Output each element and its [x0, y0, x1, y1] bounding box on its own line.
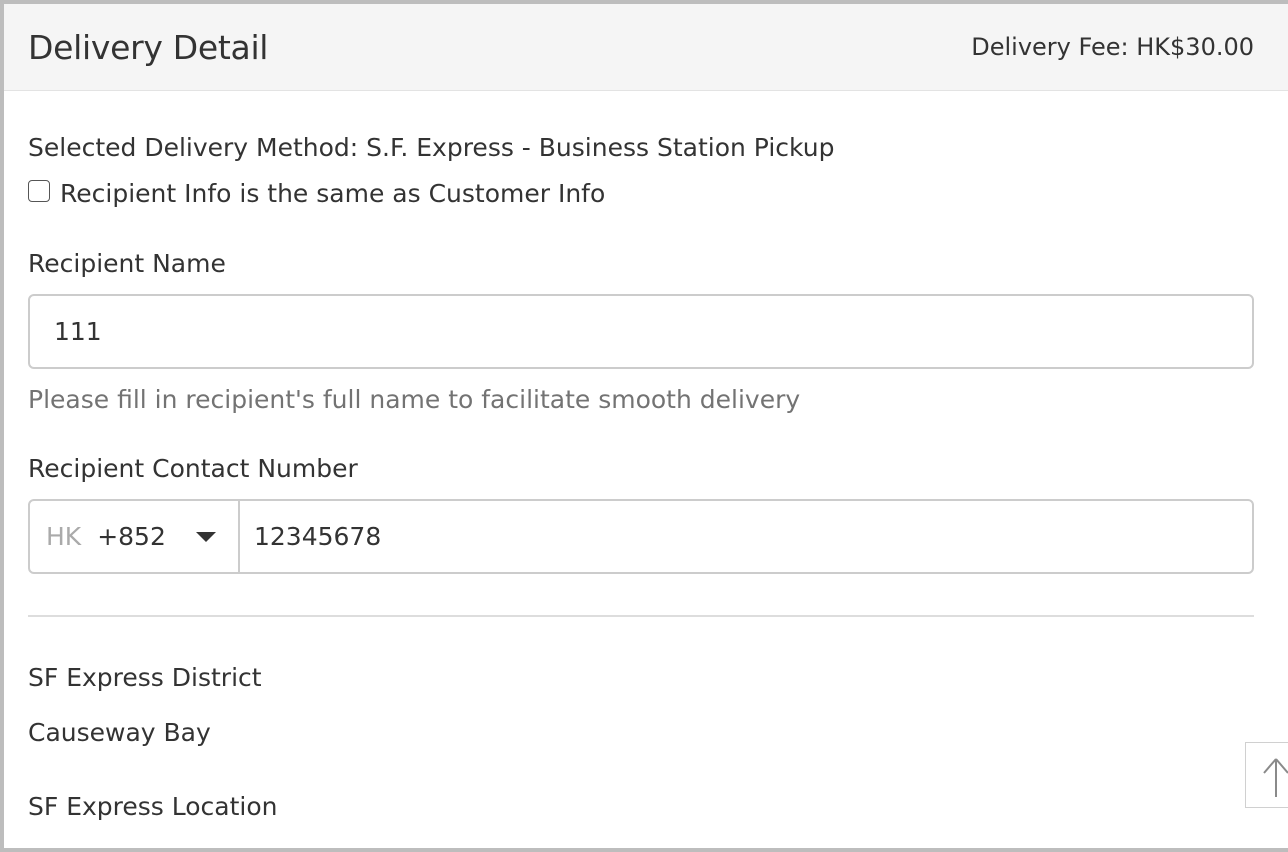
recipient-contact-label: Recipient Contact Number [28, 454, 358, 483]
caret-down-icon [195, 531, 216, 542]
recipient-contact-value: 12345678 [254, 522, 382, 551]
arrow-up-icon [1263, 758, 1288, 797]
country-code-select[interactable]: HK +852 [30, 501, 240, 572]
delivery-fee: Delivery Fee: HK$30.00 [971, 33, 1254, 61]
dial-code: +852 [97, 522, 166, 551]
panel-header: Delivery Detail Delivery Fee: HK$30.00 [4, 4, 1288, 91]
panel-title: Delivery Detail [28, 27, 269, 67]
sf-express-district-label: SF Express District [28, 663, 262, 692]
section-divider [28, 615, 1254, 617]
same-as-customer-checkbox-row[interactable]: Recipient Info is the same as Customer I… [28, 179, 1254, 209]
recipient-contact-input[interactable]: 12345678 [240, 501, 1252, 572]
sf-express-location-label: SF Express Location [28, 792, 278, 821]
recipient-contact-group: HK +852 12345678 [28, 499, 1254, 574]
selected-delivery-method: Selected Delivery Method: S.F. Express -… [28, 133, 835, 162]
delivery-detail-panel: Delivery Detail Delivery Fee: HK$30.00 S… [4, 4, 1288, 848]
recipient-name-help: Please fill in recipient's full name to … [28, 385, 801, 414]
recipient-name-value: 111 [54, 317, 102, 346]
sf-express-district-value: Causeway Bay [28, 718, 211, 747]
panel-body: Selected Delivery Method: S.F. Express -… [4, 131, 1288, 824]
same-as-customer-checkbox[interactable] [28, 180, 50, 202]
scroll-to-top-button[interactable] [1245, 742, 1288, 808]
recipient-name-input[interactable]: 111 [28, 294, 1254, 369]
same-as-customer-label: Recipient Info is the same as Customer I… [60, 179, 606, 208]
recipient-name-label: Recipient Name [28, 249, 226, 278]
country-code: HK [46, 522, 82, 551]
